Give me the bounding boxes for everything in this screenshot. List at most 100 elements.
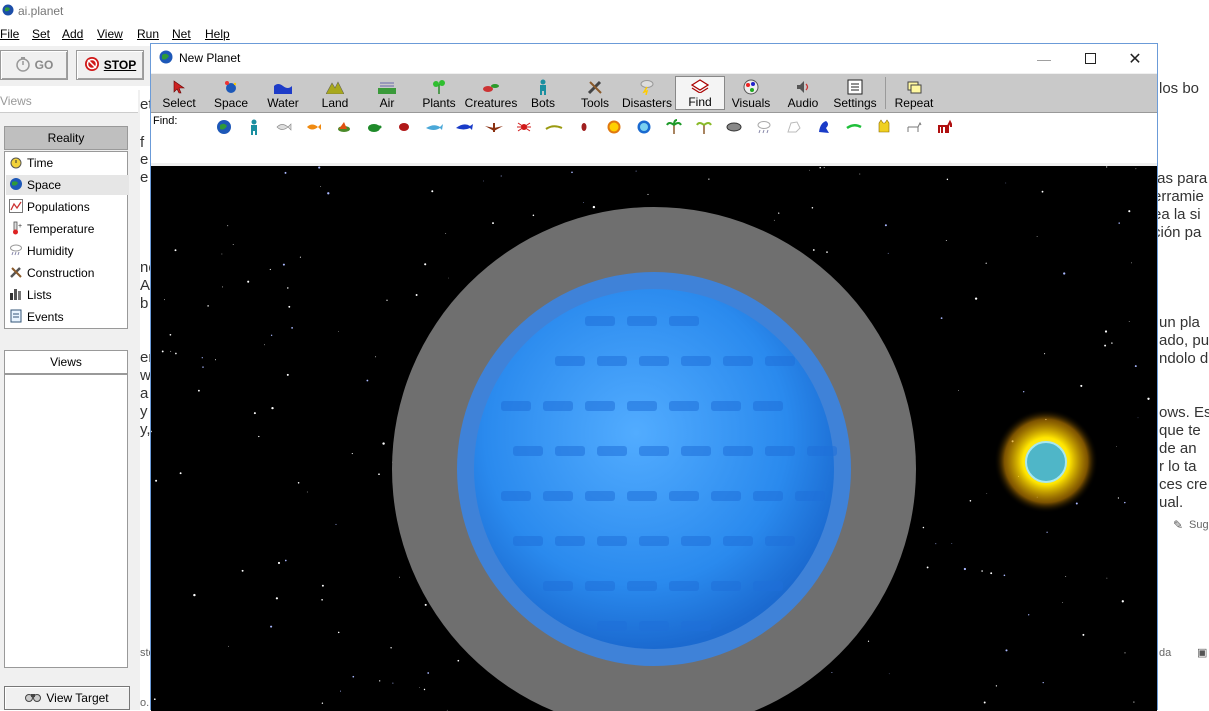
star: [809, 169, 810, 171]
find-rock-icon[interactable]: [724, 117, 744, 137]
maximize-button[interactable]: [1067, 44, 1113, 73]
bg-text: tas para: [1153, 170, 1208, 187]
find-seed-icon[interactable]: [574, 117, 594, 137]
menu-add[interactable]: Add: [62, 27, 83, 41]
menu-net[interactable]: Net: [172, 27, 191, 41]
menu-view[interactable]: View: [97, 27, 123, 41]
star: [1062, 602, 1064, 603]
stop-button[interactable]: STOP: [76, 50, 144, 80]
find-fish-outline-icon[interactable]: [274, 117, 294, 137]
tool-air[interactable]: Air: [367, 76, 407, 110]
stop-label: STOP: [103, 58, 137, 72]
view-target-button[interactable]: View Target: [4, 686, 130, 710]
bg-text: de an: [1159, 440, 1197, 457]
menu-help[interactable]: Help: [205, 27, 230, 41]
tool-audio[interactable]: Audio: [783, 76, 823, 110]
tab-reality[interactable]: Reality: [4, 126, 128, 150]
menu-file[interactable]: File: [0, 27, 19, 41]
reality-item-humidity[interactable]: Humidity: [9, 241, 125, 261]
star: [214, 359, 217, 361]
find-water-drop-icon[interactable]: [634, 117, 654, 137]
tool-land[interactable]: Land: [315, 76, 355, 110]
rain-cloud-icon: [9, 243, 23, 260]
star: [318, 166, 321, 169]
planet-band: [555, 356, 585, 366]
star: [335, 523, 337, 525]
find-sun-icon[interactable]: [604, 117, 624, 137]
planet-viewport[interactable]: [151, 166, 1157, 711]
star: [291, 327, 293, 329]
tool-creatures[interactable]: Creatures: [465, 76, 517, 110]
tool-plants[interactable]: Plants: [419, 76, 459, 110]
find-cat-icon[interactable]: [874, 117, 894, 137]
find-green-lizard-icon[interactable]: [844, 117, 864, 137]
planet-icon: [159, 50, 173, 67]
find-human-icon[interactable]: [244, 117, 264, 137]
stopwatch-icon: [9, 155, 23, 172]
tool-disasters[interactable]: Disasters: [622, 76, 672, 110]
tools-icon: [587, 78, 603, 96]
planet-band: [513, 446, 543, 456]
star: [1128, 210, 1131, 213]
menu-set[interactable]: Set: [32, 27, 50, 41]
find-eagle-icon[interactable]: [484, 117, 504, 137]
tool-space[interactable]: Space: [211, 76, 251, 110]
find-lizard-icon[interactable]: [544, 117, 564, 137]
tool-visuals[interactable]: Visuals: [731, 76, 771, 110]
reality-item-temperature[interactable]: + Temperature: [9, 219, 125, 239]
find-palm-tree-small-icon[interactable]: [694, 117, 714, 137]
minimize-button[interactable]: —: [1021, 44, 1067, 73]
tool-find[interactable]: Find: [675, 76, 725, 110]
star: [981, 570, 983, 572]
find-beetle-icon[interactable]: [394, 117, 414, 137]
close-button[interactable]: ✕: [1112, 44, 1158, 73]
air-icon: [378, 78, 396, 96]
find-blue-bird-icon[interactable]: [814, 117, 834, 137]
tool-water[interactable]: Water: [263, 76, 303, 110]
star: [297, 482, 300, 484]
star: [378, 473, 380, 476]
star: [532, 214, 535, 217]
find-shark-icon[interactable]: [424, 117, 444, 137]
tool-select[interactable]: Select: [159, 76, 199, 110]
bg-text: r lo ta: [1159, 458, 1197, 475]
find-horse-icon[interactable]: [934, 117, 954, 137]
reality-item-populations[interactable]: Populations: [9, 197, 125, 217]
bg-text: ndolo d: [1159, 350, 1209, 367]
find-dolphin-icon[interactable]: [454, 117, 474, 137]
palette-icon: [743, 78, 759, 96]
app-globe-icon: [2, 4, 14, 19]
find-orange-fish-icon[interactable]: [304, 117, 324, 137]
star: [1065, 576, 1067, 577]
tab-views[interactable]: Views: [4, 350, 128, 374]
reality-item-lists[interactable]: Lists: [9, 285, 125, 305]
reality-item-construction[interactable]: Construction: [9, 263, 125, 283]
planet-band: [765, 446, 795, 456]
reality-item-events[interactable]: Events: [9, 307, 125, 327]
tool-bots[interactable]: Bots: [523, 76, 563, 110]
find-turtle-icon[interactable]: [364, 117, 384, 137]
star: [270, 334, 273, 336]
reality-item-time[interactable]: Time: [9, 153, 125, 173]
go-button[interactable]: GO: [0, 50, 68, 80]
find-bird-icon[interactable]: [334, 117, 354, 137]
tool-repeat[interactable]: Repeat: [893, 76, 935, 110]
find-planet-icon[interactable]: [214, 117, 234, 137]
star: [151, 430, 152, 433]
star: [321, 584, 324, 587]
settings-icon: [847, 78, 863, 96]
find-palm-tree-icon[interactable]: [664, 117, 684, 137]
sun-core: [1025, 441, 1067, 483]
star: [1080, 384, 1083, 387]
bg-text: e: [140, 169, 149, 186]
find-cloud-icon[interactable]: [754, 117, 774, 137]
star: [1104, 330, 1108, 333]
tool-tools[interactable]: Tools: [575, 76, 615, 110]
star: [958, 390, 959, 391]
find-ghost-icon[interactable]: [784, 117, 804, 137]
find-dog-icon[interactable]: [904, 117, 924, 137]
find-spider-icon[interactable]: [514, 117, 534, 137]
reality-item-space[interactable]: Space: [6, 175, 129, 195]
menu-run[interactable]: Run: [137, 27, 159, 41]
tool-settings[interactable]: Settings: [833, 76, 877, 110]
